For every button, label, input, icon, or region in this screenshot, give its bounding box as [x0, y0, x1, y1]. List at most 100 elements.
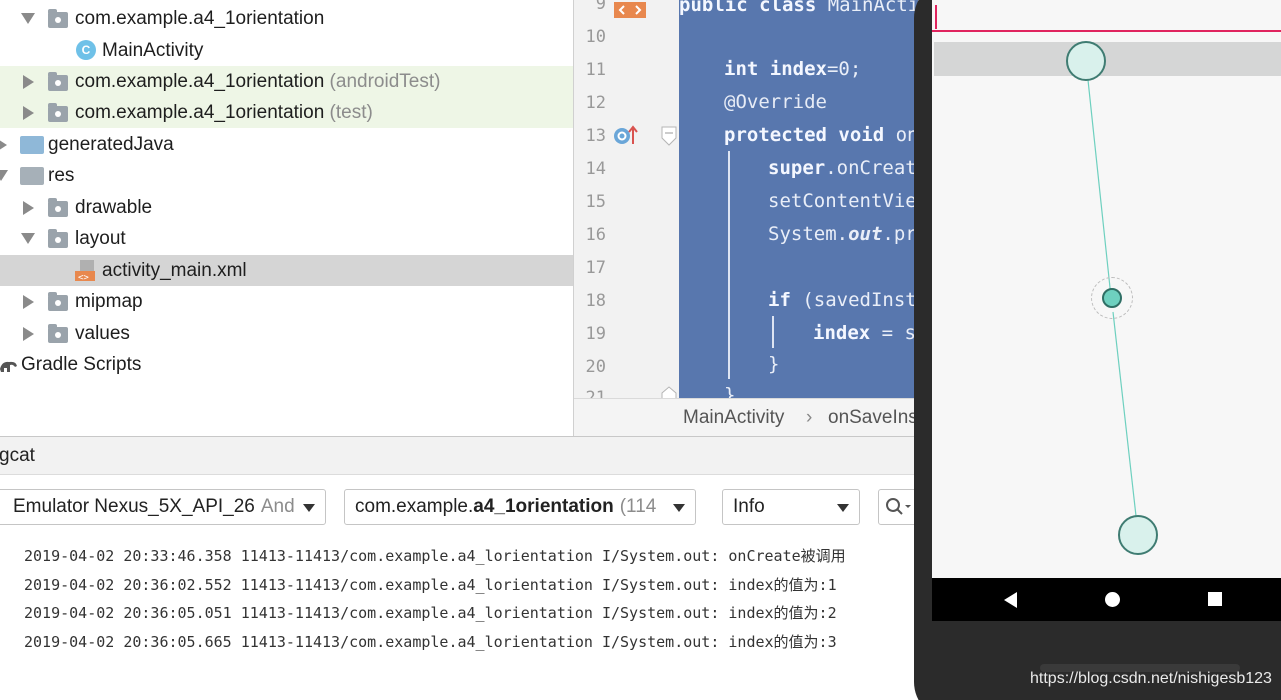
tree-item-label: layout: [75, 227, 126, 249]
gradle-icon: [0, 357, 18, 373]
tree-item-values[interactable]: values: [0, 318, 573, 349]
code-line-15: setContentView: [768, 190, 918, 212]
tree-item-generatedjava[interactable]: generatedJava: [0, 129, 573, 160]
tree-item-label: com.example.a4_1orientation: [75, 7, 325, 29]
tree-item-package-androidtest[interactable]: com.example.a4_1orientation (androidTest…: [0, 66, 573, 97]
tree-item-label: res: [48, 164, 75, 186]
folder-icon: [48, 198, 68, 217]
tree-item-mainactivity[interactable]: C MainActivity: [0, 35, 573, 66]
code-text: System.: [768, 223, 849, 245]
package-icon: [48, 103, 68, 122]
back-icon[interactable]: [1004, 592, 1017, 608]
search-field[interactable]: [878, 489, 918, 525]
tree-item-label: activity_main.xml: [102, 259, 247, 281]
tree-item-gradle-scripts[interactable]: Gradle Scripts: [0, 349, 573, 380]
recents-icon[interactable]: [1208, 592, 1222, 606]
code-keyword: void: [826, 124, 896, 146]
device-name: Emulator Nexus_5X_API_26: [13, 496, 255, 517]
code-field: index: [813, 322, 871, 344]
selection-handle-middle[interactable]: [1102, 288, 1122, 308]
tree-item-activity-main-xml[interactable]: <> activity_main.xml: [0, 255, 573, 286]
tree-item-suffix: (androidTest): [329, 70, 441, 92]
tree-item-package[interactable]: com.example.a4_1orientation: [0, 3, 573, 34]
chevron-down-icon[interactable]: [21, 13, 35, 24]
fold-marker-icon[interactable]: [661, 126, 677, 151]
log-line: 2019-04-02 20:33:46.358 11413-11413/com.…: [24, 547, 846, 565]
line-number: 17: [585, 258, 606, 278]
code-line-21: }: [724, 384, 736, 398]
code-line-12: @Override: [724, 91, 827, 113]
class-icon-letter: C: [81, 43, 91, 57]
class-icon: C: [76, 40, 96, 60]
log-level-dropdown[interactable]: Info: [722, 489, 860, 525]
code-line-18: if (savedInsta: [768, 289, 918, 311]
line-number: 20: [585, 357, 606, 377]
chevron-right-icon[interactable]: [0, 138, 7, 152]
code-keyword: class: [747, 0, 828, 16]
tree-item-drawable[interactable]: drawable: [0, 192, 573, 223]
tree-item-label: generatedJava: [48, 133, 174, 155]
xml-file-icon: <>: [75, 260, 97, 283]
code-text: MainActi: [827, 0, 918, 16]
tree-item-package-test[interactable]: com.example.a4_1orientation (test): [0, 97, 573, 128]
project-tree: com.example.a4_1orientation C MainActivi…: [0, 0, 573, 436]
tree-item-res[interactable]: res: [0, 160, 573, 191]
chevron-down-icon[interactable]: [21, 233, 35, 244]
package-icon: [48, 72, 68, 91]
chevron-right-icon[interactable]: [23, 75, 34, 89]
tree-item-label: MainActivity: [102, 39, 204, 61]
device-dropdown[interactable]: Emulator Nexus_5X_API_26 And: [0, 489, 326, 525]
watermark-text: https://blog.csdn.net/nishigesb123: [1030, 670, 1272, 687]
code-text: .pr: [882, 223, 917, 245]
selection-handle-bottom[interactable]: [1118, 515, 1158, 555]
line-number: 18: [585, 291, 606, 311]
code-line-11: int index=0;: [724, 58, 861, 80]
log-line: 2019-04-02 20:36:05.051 11413-11413/com.…: [24, 604, 837, 622]
tree-item-mipmap[interactable]: mipmap: [0, 286, 573, 317]
chevron-down-icon: [837, 504, 849, 512]
resource-folder-icon: [20, 167, 44, 185]
chevron-down-icon[interactable]: [0, 170, 8, 181]
code-area[interactable]: public class MainActi int index=0; @Over…: [679, 0, 918, 398]
device-suffix: And: [260, 496, 295, 517]
code-keyword: super: [768, 157, 826, 179]
process-suffix: (114: [619, 496, 657, 517]
code-keyword: if: [768, 289, 791, 311]
process-dropdown[interactable]: com.example. a4_1orientation (114: [344, 489, 696, 525]
chevron-right-icon[interactable]: [23, 327, 34, 341]
home-icon[interactable]: [1105, 592, 1120, 607]
breadcrumb-separator: ›: [806, 407, 813, 428]
layout-marker-icon[interactable]: [614, 2, 646, 18]
selection-handle-top[interactable]: [1066, 41, 1106, 81]
logcat-title[interactable]: gcat: [0, 445, 35, 467]
code-line-20: }: [768, 353, 780, 375]
code-line-16: System.out.pr: [768, 223, 917, 245]
code-field: index: [758, 58, 827, 80]
line-number: 19: [585, 324, 606, 344]
chevron-right-icon[interactable]: [23, 106, 34, 120]
code-text: = s: [870, 322, 916, 344]
breadcrumb-item-class[interactable]: MainActivity: [683, 407, 784, 429]
code-keyword: int: [724, 58, 759, 80]
override-method-icon[interactable]: [613, 124, 641, 146]
line-number: 10: [585, 27, 606, 47]
chevron-right-icon[interactable]: [23, 201, 34, 215]
package-icon: [48, 9, 68, 28]
breadcrumb-item-method[interactable]: onSaveInst: [828, 407, 918, 429]
code-line-13: protected void on: [724, 124, 918, 146]
log-output[interactable]: 2019-04-02 20:33:46.358 11413-11413/com.…: [0, 537, 918, 700]
tree-item-layout[interactable]: layout: [0, 223, 573, 254]
code-keyword: protected: [724, 124, 827, 146]
chevron-down-icon: [303, 504, 315, 512]
code-line-14: super.onCreat: [768, 157, 917, 179]
emulator-screen[interactable]: [932, 0, 1281, 578]
line-number: 11: [585, 60, 606, 80]
code-line-9: public class MainActi: [679, 0, 918, 16]
android-nav-bar: [932, 578, 1281, 621]
code-keyword: public: [679, 0, 748, 16]
code-text: .onCreat: [825, 157, 917, 179]
chevron-right-icon[interactable]: [23, 295, 34, 309]
line-number: 12: [585, 93, 606, 113]
editor-gutter: 9 10 11 12 13 14 15 16 17 18 19 20 21: [574, 0, 679, 408]
tree-item-label: values: [75, 322, 130, 344]
